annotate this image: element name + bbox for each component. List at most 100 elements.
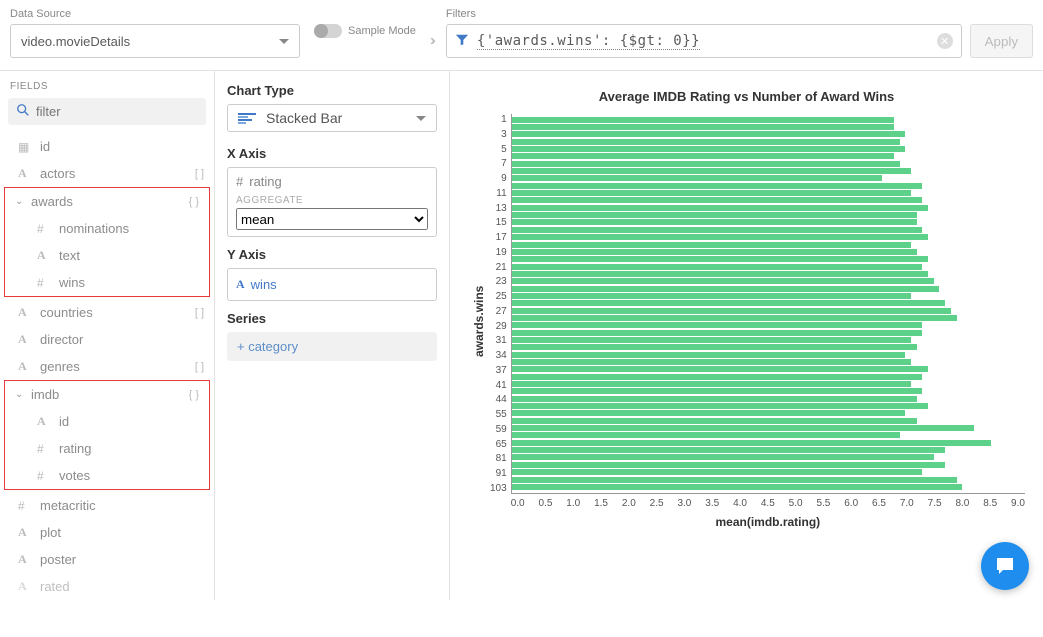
chart-bar: [512, 359, 911, 365]
x-axis-field[interactable]: # rating: [236, 172, 428, 191]
string-type-icon: A: [18, 359, 34, 374]
field-imdb-id[interactable]: A id: [5, 408, 209, 435]
y-tick: 37: [490, 365, 507, 376]
y-tick: 17: [490, 232, 507, 243]
stacked-bar-icon: [238, 113, 256, 124]
chart-bar: [512, 447, 945, 453]
chat-widget-button[interactable]: [981, 542, 1029, 590]
chart-bar: [512, 271, 928, 277]
x-axis-title: mean(imdb.rating): [511, 515, 1025, 529]
filters-section: Filters {'awards.wins': {$gt: 0}} ✕ Appl…: [446, 8, 1033, 58]
field-countries[interactable]: A countries [ ]: [0, 299, 214, 326]
field-poster[interactable]: A poster: [0, 546, 214, 573]
chart-bar: [512, 308, 951, 314]
chart-type-value: Stacked Bar: [266, 110, 416, 126]
y-tick: 11: [490, 188, 507, 199]
chart-bar: [512, 315, 957, 321]
chart-bar: [512, 286, 940, 292]
chart-bar: [512, 477, 957, 483]
x-tick: 8.0: [955, 498, 969, 509]
chart-bar: [512, 227, 923, 233]
field-rated[interactable]: A rated: [0, 573, 214, 600]
y-axis-config[interactable]: A wins: [227, 268, 437, 301]
field-plot[interactable]: A plot: [0, 519, 214, 546]
chart-bar: [512, 183, 923, 189]
aggregate-select[interactable]: mean: [236, 208, 428, 230]
awards-highlight: ⌄ awards { } # nominations A text # wins: [4, 187, 210, 297]
x-axis-label: X Axis: [227, 146, 437, 161]
y-tick: 65: [490, 439, 507, 450]
y-tick: 19: [490, 247, 507, 258]
y-tick: 3: [490, 129, 507, 140]
field-awards-text[interactable]: A text: [5, 242, 209, 269]
filter-query: {'awards.wins': {$gt: 0}}: [469, 33, 937, 49]
chart-bar: [512, 322, 923, 328]
chart-bar: [512, 352, 906, 358]
series-label: Series: [227, 311, 437, 326]
chart-bar: [512, 161, 900, 167]
number-type-icon: #: [37, 222, 53, 236]
filter-input-box[interactable]: {'awards.wins': {$gt: 0}} ✕: [446, 24, 962, 58]
field-awards[interactable]: ⌄ awards { }: [5, 188, 209, 215]
field-imdb-votes[interactable]: # votes: [5, 462, 209, 489]
filter-icon: [455, 33, 469, 50]
field-metacritic[interactable]: # metacritic: [0, 492, 214, 519]
string-type-icon: A: [18, 579, 34, 594]
chart-bars-wrap: 0.00.51.01.52.02.53.03.54.04.55.05.56.06…: [511, 114, 1025, 529]
chart-bar: [512, 469, 923, 475]
string-type-icon: A: [37, 414, 53, 429]
chart-bar: [512, 366, 928, 372]
field-awards-wins[interactable]: # wins: [5, 269, 209, 296]
chart-bar: [512, 146, 906, 152]
field-awards-nominations[interactable]: # nominations: [5, 215, 209, 242]
field-imdb-rating[interactable]: # rating: [5, 435, 209, 462]
chart-bar: [512, 197, 923, 203]
array-icon: [ ]: [195, 361, 204, 373]
x-tick: 0.0: [511, 498, 525, 509]
field-id[interactable]: ▦ id: [0, 133, 214, 160]
y-tick: 23: [490, 276, 507, 287]
chart-bar: [512, 425, 974, 431]
field-imdb[interactable]: ⌄ imdb { }: [5, 381, 209, 408]
chart-bar: [512, 278, 934, 284]
clear-filter-icon[interactable]: ✕: [937, 33, 953, 49]
fields-filter-wrap[interactable]: [8, 98, 206, 125]
y-tick: 7: [490, 158, 507, 169]
y-tick: 5: [490, 144, 507, 155]
y-tick: 21: [490, 262, 507, 273]
number-type-icon: #: [18, 499, 34, 513]
chart-bar: [512, 337, 911, 343]
main-content: FIELDS ▦ id A actors [ ] ⌄ awards { } # …: [0, 70, 1043, 600]
y-axis-field[interactable]: A wins: [236, 275, 428, 294]
data-source-select[interactable]: video.movieDetails: [10, 24, 300, 58]
field-director[interactable]: A director: [0, 326, 214, 353]
top-bar: Data Source video.movieDetails Sample Mo…: [0, 0, 1043, 70]
string-type-icon: A: [18, 332, 34, 347]
chart-bar: [512, 212, 917, 218]
chart-type-select[interactable]: Stacked Bar: [227, 104, 437, 132]
x-tick: 7.5: [928, 498, 942, 509]
chart-config-panel: Chart Type Stacked Bar X Axis # rating A…: [215, 71, 450, 600]
x-tick: 5.5: [816, 498, 830, 509]
sample-mode-toggle[interactable]: [314, 24, 342, 38]
string-type-icon: A: [18, 166, 34, 181]
apply-button[interactable]: Apply: [970, 24, 1033, 58]
x-tick: 3.5: [705, 498, 719, 509]
x-tick: 5.0: [789, 498, 803, 509]
field-genres[interactable]: A genres [ ]: [0, 353, 214, 380]
chart-bar: [512, 403, 928, 409]
y-tick: 34: [490, 350, 507, 361]
chart-bar: [512, 410, 906, 416]
x-tick: 2.5: [650, 498, 664, 509]
x-tick: 3.0: [677, 498, 691, 509]
chart-bar: [512, 440, 991, 446]
x-axis-config[interactable]: # rating AGGREGATE mean: [227, 167, 437, 237]
chart-bar: [512, 205, 928, 211]
fields-filter-input[interactable]: [36, 104, 212, 119]
chart-area: awards.wins 1357911131517192123252729313…: [468, 114, 1025, 529]
series-add-button[interactable]: + category: [227, 332, 437, 361]
y-tick: 15: [490, 217, 507, 228]
y-axis-title: awards.wins: [468, 114, 490, 529]
y-tick: 103: [490, 483, 507, 494]
field-actors[interactable]: A actors [ ]: [0, 160, 214, 187]
